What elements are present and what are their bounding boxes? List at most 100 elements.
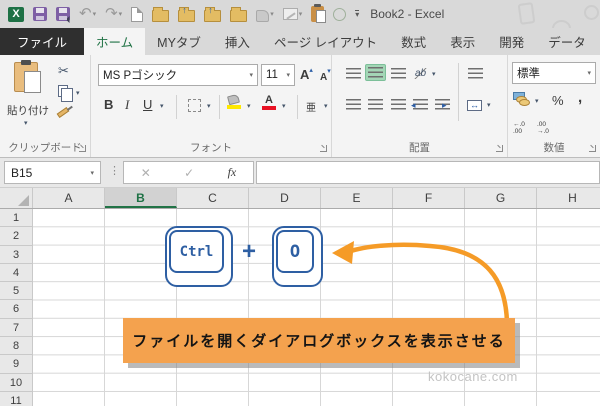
column-header[interactable]: F bbox=[393, 188, 465, 208]
column-header[interactable]: C bbox=[177, 188, 249, 208]
ribbon-tab[interactable]: 表示 bbox=[438, 28, 487, 55]
phonetic-dropdown-icon[interactable]: ▾ bbox=[324, 102, 328, 110]
borders-dropdown-icon[interactable]: ▾ bbox=[207, 102, 211, 110]
font-color-dropdown-icon[interactable]: ▾ bbox=[282, 102, 286, 110]
column-header[interactable]: E bbox=[321, 188, 393, 208]
open-folder-icon[interactable] bbox=[152, 10, 169, 22]
row-header[interactable]: 11 bbox=[0, 392, 32, 406]
ribbon-tab[interactable]: データ bbox=[536, 28, 598, 55]
cancel-button[interactable]: ✕ bbox=[141, 166, 151, 180]
folder-up-icon-2[interactable] bbox=[204, 10, 221, 22]
bottom-align-button[interactable] bbox=[388, 65, 409, 82]
row-header[interactable]: 4 bbox=[0, 264, 32, 282]
ribbon-tab[interactable]: 挿入 bbox=[213, 28, 262, 55]
enter-button[interactable]: ✓ bbox=[184, 166, 194, 180]
top-align-button[interactable] bbox=[343, 65, 364, 82]
ribbon-tab[interactable]: ファイル bbox=[0, 28, 84, 55]
circle-icon[interactable] bbox=[333, 8, 346, 21]
align-center-button[interactable] bbox=[365, 96, 386, 113]
phonetic-guide-button[interactable]: 亜 bbox=[306, 99, 316, 114]
ribbon-tab[interactable]: 開発 bbox=[487, 28, 536, 55]
save-as-icon[interactable] bbox=[56, 7, 70, 21]
font-name-combo[interactable]: MS Pゴシック ▾ bbox=[98, 64, 258, 86]
font-name-dropdown-icon[interactable]: ▾ bbox=[249, 71, 253, 79]
middle-align-button[interactable] bbox=[365, 64, 386, 81]
align-right-button[interactable] bbox=[388, 96, 409, 113]
font-dialog-launcher[interactable] bbox=[320, 145, 327, 152]
ribbon-tab[interactable]: 数式 bbox=[389, 28, 438, 55]
qat-customize-icon[interactable]: ▾ bbox=[355, 10, 359, 18]
decrease-decimal-button[interactable]: .00 →.0 bbox=[537, 121, 549, 135]
row-header[interactable]: 7 bbox=[0, 319, 32, 337]
copy-button[interactable] bbox=[58, 85, 68, 97]
increase-decimal-button[interactable]: ←.0 .00 bbox=[513, 121, 525, 135]
excel-logo-icon: X bbox=[8, 7, 24, 22]
column-header[interactable]: B bbox=[105, 188, 177, 208]
font-size-dropdown-icon[interactable]: ▾ bbox=[286, 71, 290, 79]
column-header[interactable]: H bbox=[537, 188, 600, 208]
formula-bar-handle[interactable]: ⋮ bbox=[109, 164, 120, 177]
column-headers: A B C D E F G H bbox=[0, 188, 600, 209]
edit-box-button[interactable]: ▾ bbox=[283, 8, 303, 20]
ribbon-tab[interactable]: MYタブ bbox=[145, 28, 213, 55]
merge-center-button[interactable] bbox=[467, 100, 482, 111]
number-format-combo[interactable]: 標準 ▾ bbox=[512, 62, 596, 84]
currency-format-button[interactable] bbox=[513, 92, 531, 106]
fill-color-button[interactable] bbox=[227, 95, 241, 109]
percent-style-button[interactable]: % bbox=[552, 93, 564, 108]
number-format-dropdown-icon[interactable]: ▾ bbox=[587, 69, 591, 77]
cut-button[interactable]: ✂ bbox=[58, 63, 69, 79]
fill-color-dropdown-icon[interactable]: ▾ bbox=[247, 102, 251, 110]
name-box-dropdown-icon[interactable]: ▾ bbox=[90, 169, 94, 177]
italic-button[interactable]: I bbox=[125, 97, 129, 113]
paste-qat-icon[interactable] bbox=[311, 6, 324, 22]
currency-dropdown-icon[interactable]: ▾ bbox=[535, 97, 539, 105]
orientation-button[interactable]: ab bbox=[414, 68, 427, 79]
formula-input[interactable] bbox=[256, 161, 600, 184]
column-header[interactable]: D bbox=[249, 188, 321, 208]
comma-style-button[interactable]: , bbox=[578, 89, 582, 106]
column-header[interactable]: A bbox=[33, 188, 105, 208]
select-all-button[interactable] bbox=[0, 188, 33, 208]
redo-button[interactable]: ↷▾ bbox=[105, 7, 122, 21]
wrap-text-button[interactable] bbox=[465, 65, 486, 82]
row-header[interactable]: 1 bbox=[0, 209, 32, 227]
folder-up-icon[interactable] bbox=[178, 10, 195, 22]
font-color-button[interactable]: A bbox=[262, 95, 276, 110]
row-header[interactable]: 3 bbox=[0, 246, 32, 264]
row-header[interactable]: 9 bbox=[0, 355, 32, 373]
row-header[interactable]: 10 bbox=[0, 374, 32, 392]
alignment-dialog-launcher[interactable] bbox=[496, 145, 503, 152]
bold-button[interactable]: B bbox=[104, 97, 113, 112]
align-left-button[interactable] bbox=[343, 96, 364, 113]
ink-fill-button[interactable]: ▾ bbox=[256, 7, 274, 22]
name-box[interactable]: B15 ▾ bbox=[4, 161, 101, 184]
font-size-combo[interactable]: 11 ▾ bbox=[261, 64, 295, 86]
copy-dropdown-icon[interactable]: ▾ bbox=[76, 89, 80, 97]
ribbon-tab[interactable]: ホーム bbox=[84, 28, 145, 55]
orientation-dropdown-icon[interactable]: ▾ bbox=[432, 70, 436, 78]
row-header[interactable]: 5 bbox=[0, 282, 32, 300]
format-painter-button[interactable] bbox=[57, 107, 70, 118]
row-header[interactable]: 6 bbox=[0, 300, 32, 318]
column-header[interactable]: G bbox=[465, 188, 537, 208]
merge-dropdown-icon[interactable]: ▾ bbox=[487, 101, 491, 109]
underline-button[interactable]: U bbox=[143, 97, 152, 112]
borders-button[interactable] bbox=[188, 99, 201, 112]
paste-dropdown-icon[interactable]: ▾ bbox=[24, 119, 28, 127]
new-document-icon[interactable] bbox=[131, 7, 143, 22]
number-dialog-launcher[interactable] bbox=[589, 145, 596, 152]
save-icon[interactable] bbox=[33, 7, 47, 21]
underline-dropdown-icon[interactable]: ▾ bbox=[160, 102, 164, 110]
decrease-font-button[interactable]: A▾ bbox=[320, 67, 331, 85]
redo-dropdown-icon[interactable]: ▾ bbox=[119, 10, 123, 18]
clipboard-dialog-launcher[interactable] bbox=[79, 145, 86, 152]
ribbon-tab[interactable]: ページ レイアウト bbox=[262, 28, 389, 55]
folder-icon[interactable] bbox=[230, 10, 247, 22]
row-header[interactable]: 2 bbox=[0, 227, 32, 245]
increase-font-button[interactable]: A▴ bbox=[300, 66, 313, 84]
undo-button[interactable]: ↶▾ bbox=[79, 7, 96, 21]
insert-function-button[interactable]: fx bbox=[228, 165, 237, 180]
undo-dropdown-icon[interactable]: ▾ bbox=[93, 10, 97, 18]
row-header[interactable]: 8 bbox=[0, 337, 32, 355]
